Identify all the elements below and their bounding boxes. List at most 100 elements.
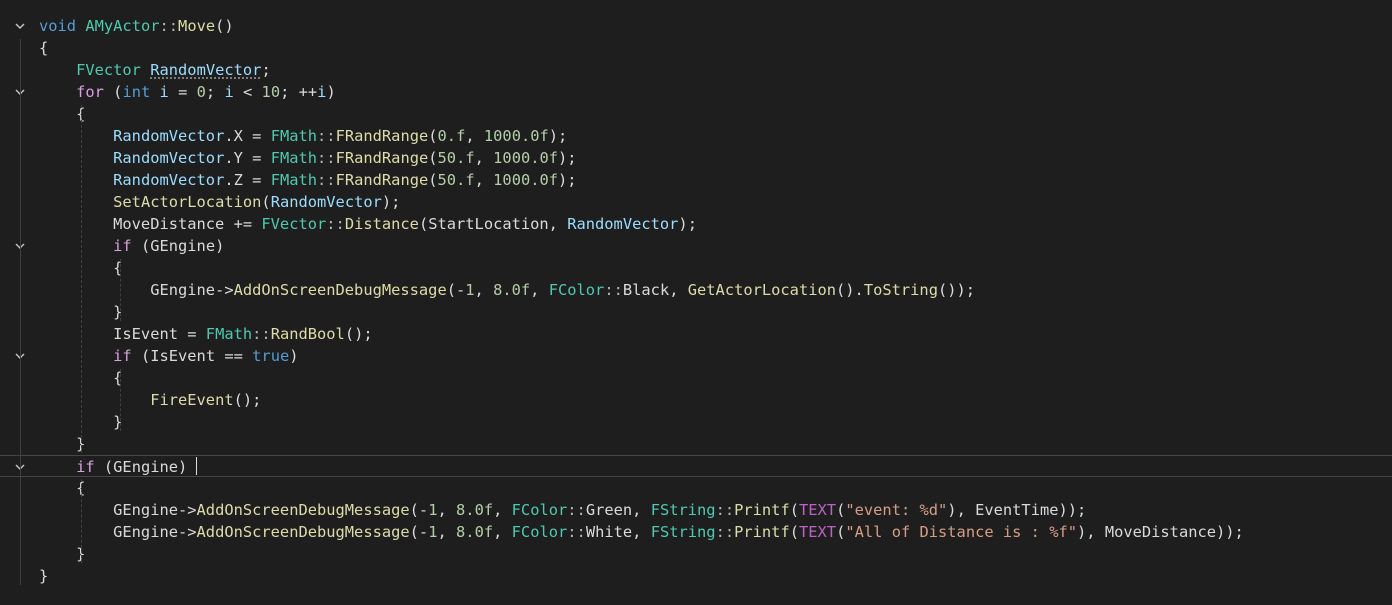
indent-guide xyxy=(81,105,82,453)
code-text: GEngine->AddOnScreenDebugMessage(-1, 8.0… xyxy=(39,279,975,301)
code-text: void AMyActor::Move() xyxy=(39,15,234,37)
code-token: Distance xyxy=(344,215,419,233)
code-token: ); xyxy=(558,171,577,189)
code-text: IsEvent = FMath::RandBool(); xyxy=(39,323,373,345)
code-token: FVector xyxy=(261,215,327,233)
code-token: ); xyxy=(381,193,401,211)
code-token: 8.0f xyxy=(456,501,494,519)
code-token: ); xyxy=(678,215,697,233)
code-line[interactable]: if (IsEvent == true) xyxy=(0,345,1392,367)
fold-chevron-icon[interactable] xyxy=(13,15,27,37)
code-token: FString xyxy=(650,523,716,541)
code-token: "event: %d" xyxy=(845,501,948,519)
code-line[interactable]: void AMyActor::Move() xyxy=(0,15,1392,37)
code-line[interactable]: IsEvent = FMath::RandBool(); xyxy=(0,323,1392,345)
code-token: GEngine-> xyxy=(39,523,197,541)
code-token: ); xyxy=(558,149,577,167)
code-token: (StartLocation, xyxy=(418,215,568,233)
code-token: if xyxy=(76,458,95,476)
code-line[interactable]: FireEvent(); xyxy=(0,389,1392,411)
code-token: (GEngine) xyxy=(94,458,188,476)
code-token: (- xyxy=(409,501,429,519)
code-token: FColor xyxy=(511,501,568,519)
code-token: FVector xyxy=(76,61,141,79)
code-line[interactable]: SetActorLocation(RandomVector); xyxy=(0,191,1392,213)
code-line[interactable]: } xyxy=(0,433,1392,455)
code-line[interactable]: } xyxy=(0,301,1392,323)
code-line[interactable]: if (GEngine) xyxy=(0,455,1392,477)
code-token: FireEvent xyxy=(150,391,234,409)
code-token: } xyxy=(39,545,86,563)
code-token: :: xyxy=(715,501,735,519)
code-token: "All of Distance is : %f" xyxy=(845,523,1078,541)
code-token: true xyxy=(252,347,290,365)
code-token: , xyxy=(493,523,512,541)
code-token: , xyxy=(474,281,494,299)
code-token: TEXT xyxy=(799,523,837,541)
code-token: FRandRange xyxy=(335,171,429,189)
code-token: 1 xyxy=(465,281,475,299)
code-token: .Z = xyxy=(224,171,271,189)
code-token: :: xyxy=(159,17,179,35)
code-token: Green, xyxy=(585,501,651,519)
code-line[interactable]: } xyxy=(0,411,1392,433)
code-line[interactable]: { xyxy=(0,477,1392,499)
code-token: ( xyxy=(428,171,438,189)
code-editor[interactable]: void AMyActor::Move(){ FVector RandomVec… xyxy=(0,0,1392,605)
code-token: ( xyxy=(836,501,846,519)
indent-guide xyxy=(120,369,121,431)
code-token: IsEvent = xyxy=(39,325,206,343)
code-token: } xyxy=(39,567,49,585)
code-line[interactable]: GEngine->AddOnScreenDebugMessage(-1, 8.0… xyxy=(0,521,1392,543)
code-line[interactable]: RandomVector.Z = FMath::FRandRange(50.f,… xyxy=(0,169,1392,191)
code-token: Printf xyxy=(734,523,790,541)
code-line[interactable]: for (int i = 0; i < 10; ++i) xyxy=(0,81,1392,103)
code-token: { xyxy=(39,105,86,123)
code-token: (); xyxy=(233,391,262,409)
code-line[interactable]: RandomVector.X = FMath::FRandRange(0.f, … xyxy=(0,125,1392,147)
code-token: ( xyxy=(428,127,438,145)
code-token: (); xyxy=(344,325,373,343)
code-line[interactable]: } xyxy=(0,565,1392,587)
code-token: if xyxy=(113,347,132,365)
code-token: RandomVector xyxy=(113,127,225,145)
code-line[interactable]: { xyxy=(0,257,1392,279)
code-line[interactable]: GEngine->AddOnScreenDebugMessage(-1, 8.0… xyxy=(0,499,1392,521)
code-line[interactable]: { xyxy=(0,37,1392,59)
code-line[interactable]: if (GEngine) xyxy=(0,235,1392,257)
indent-guide xyxy=(20,39,21,585)
code-line[interactable]: { xyxy=(0,367,1392,389)
code-token: RandomVector xyxy=(113,171,225,189)
code-line[interactable]: } xyxy=(0,543,1392,565)
code-token: ( xyxy=(261,193,271,211)
code-token: ToString xyxy=(863,281,938,299)
code-token: FRandRange xyxy=(335,149,429,167)
code-token: , xyxy=(530,281,549,299)
code-token: RandBool xyxy=(270,325,345,343)
code-line[interactable]: FVector RandomVector; xyxy=(0,59,1392,81)
code-token: MoveDistance += xyxy=(39,215,262,233)
code-token: ; xyxy=(261,61,271,79)
code-line[interactable]: RandomVector.Y = FMath::FRandRange(50.f,… xyxy=(0,147,1392,169)
code-line[interactable]: MoveDistance += FVector::Distance(StartL… xyxy=(0,213,1392,235)
code-token: FMath xyxy=(205,325,253,343)
code-token: i xyxy=(159,83,169,101)
code-line[interactable]: GEngine->AddOnScreenDebugMessage(-1, 8.0… xyxy=(0,279,1392,301)
code-token: 1000.0f xyxy=(483,127,549,145)
indent-guide xyxy=(120,259,121,321)
code-token: , xyxy=(493,501,512,519)
code-token: ( xyxy=(428,149,438,167)
code-token: TEXT xyxy=(799,501,837,519)
code-token: 10 xyxy=(261,83,281,101)
code-text: { xyxy=(39,477,85,499)
code-line[interactable]: { xyxy=(0,103,1392,125)
